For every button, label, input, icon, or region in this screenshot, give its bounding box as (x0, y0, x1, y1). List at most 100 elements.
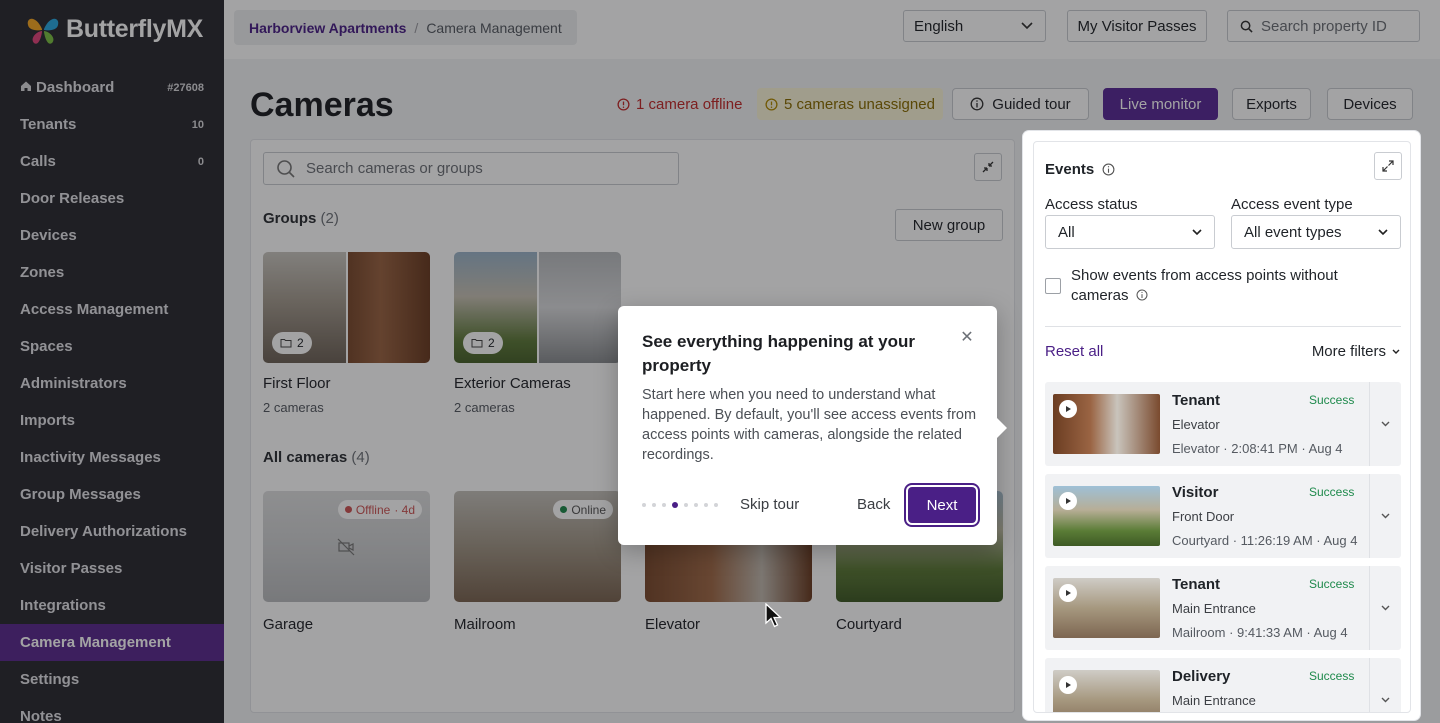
sidebar-item-label: Calls (20, 153, 56, 170)
offline-alert[interactable]: 1 camera offline (609, 88, 750, 120)
collapse-panel-button[interactable] (974, 153, 1002, 181)
sidebar-item-administrators[interactable]: Administrators (0, 365, 224, 402)
chevron-down-icon (1381, 421, 1390, 427)
sidebar-item-main: Delivery Authorizations (20, 523, 187, 540)
event-recording-thumbnail[interactable] (1053, 578, 1160, 638)
brand-name: ButterflyMX (66, 15, 203, 43)
event-type-select[interactable]: All event types (1231, 215, 1401, 249)
sidebar-item-spaces[interactable]: Spaces (0, 328, 224, 365)
sidebar-item-calls[interactable]: Calls 0 (0, 143, 224, 180)
show-without-cameras-label: Show events from access points without c… (1071, 267, 1338, 304)
unassigned-alert[interactable]: 5 cameras unassigned (757, 88, 943, 120)
sidebar-item-label: Inactivity Messages (20, 449, 161, 466)
sidebar-item-notes[interactable]: Notes (0, 698, 224, 723)
camera-count: 2 (488, 336, 495, 350)
info-icon[interactable] (1102, 163, 1115, 176)
event-status: Success (1309, 669, 1355, 683)
sidebar-item-settings[interactable]: Settings (0, 661, 224, 698)
info-icon[interactable] (1136, 289, 1148, 301)
sidebar-item-label: Tenants (20, 116, 77, 133)
more-filters-button[interactable]: More filters (1312, 343, 1400, 360)
play-icon[interactable] (1059, 400, 1077, 418)
chevron-down-icon (1192, 228, 1202, 235)
sidebar-item-group-messages[interactable]: Group Messages (0, 476, 224, 513)
tour-body: Start here when you need to understand w… (642, 387, 977, 463)
expand-event-button[interactable] (1369, 474, 1401, 558)
new-group-button[interactable]: New group (895, 209, 1003, 241)
chevron-down-icon (1381, 697, 1390, 703)
tour-step-dot (694, 503, 698, 507)
sidebar-item-main: Inactivity Messages (20, 449, 161, 466)
breadcrumb-property-link[interactable]: Harborview Apartments (249, 20, 406, 36)
sidebar-item-visitor-passes[interactable]: Visitor Passes (0, 550, 224, 587)
expand-event-button[interactable] (1369, 566, 1401, 650)
sidebar-item-delivery-authorizations[interactable]: Delivery Authorizations (0, 513, 224, 550)
camera-search-input[interactable]: Search cameras or groups (263, 152, 679, 185)
play-icon[interactable] (1059, 676, 1077, 694)
sidebar-item-main: Imports (20, 412, 75, 429)
sidebar-item-label: Imports (20, 412, 76, 429)
sidebar-item-devices[interactable]: Devices (0, 217, 224, 254)
play-icon[interactable] (1059, 584, 1077, 602)
all-cameras-heading: All cameras (4) (263, 449, 370, 466)
sidebar-item-label: Integrations (20, 597, 106, 614)
event-row[interactable]: Visitor Success Front Door Courtyard · 1… (1045, 474, 1401, 558)
next-button[interactable]: Next (908, 487, 976, 523)
event-row[interactable]: Delivery Success Main Entrance (1045, 658, 1401, 712)
sidebar-item-zones[interactable]: Zones (0, 254, 224, 291)
expand-event-button[interactable] (1369, 658, 1401, 712)
sidebar-item-camera-management[interactable]: Camera Management (0, 624, 224, 661)
back-button[interactable]: Back (857, 496, 890, 513)
brand-logo[interactable]: ButterflyMX (0, 0, 224, 59)
camera-card[interactable]: Offline · 4d Garage (263, 491, 430, 633)
event-row[interactable]: Tenant Success Elevator Elevator · 2:08:… (1045, 382, 1401, 466)
sidebar-item-main: Door Releases (20, 190, 124, 207)
close-icon[interactable]: ✕ (960, 329, 974, 346)
sidebar-item-inactivity-messages[interactable]: Inactivity Messages (0, 439, 224, 476)
group-card[interactable]: 2 Exterior Cameras 2 cameras (454, 252, 621, 415)
sidebar-item-access-management[interactable]: Access Management (0, 291, 224, 328)
show-without-cameras-option[interactable]: Show events from access points without c… (1045, 266, 1390, 306)
expand-button[interactable] (1374, 152, 1402, 180)
sidebar-item-integrations[interactable]: Integrations (0, 587, 224, 624)
camera-count-chip: 2 (463, 332, 503, 354)
event-meta: Mailroom · 9:41:33 AM · Aug 4 (1172, 625, 1348, 640)
event-recording-thumbnail[interactable] (1053, 394, 1160, 454)
event-meta: Elevator · 2:08:41 PM · Aug 4 (1172, 441, 1343, 456)
top-bar: Harborview Apartments / Camera Managemen… (224, 0, 1440, 59)
camera-preview-image (347, 252, 430, 363)
sidebar-item-door-releases[interactable]: Door Releases (0, 180, 224, 217)
event-status: Success (1309, 485, 1355, 499)
sidebar-item-imports[interactable]: Imports (0, 402, 224, 439)
camera-preview-image (538, 252, 621, 363)
expand-event-button[interactable] (1369, 382, 1401, 466)
access-status-select[interactable]: All (1045, 215, 1215, 249)
reset-all-link[interactable]: Reset all (1045, 343, 1103, 360)
event-access-point: Main Entrance (1172, 693, 1256, 708)
sidebar-item-dashboard[interactable]: Dashboard #27608 (0, 69, 224, 106)
skip-tour-button[interactable]: Skip tour (740, 496, 799, 513)
language-select[interactable]: English (903, 10, 1046, 42)
show-without-cameras-checkbox[interactable] (1045, 278, 1061, 294)
sidebar-nav: Dashboard #27608 Tenants 10 Calls 0 Door Relea… (0, 69, 224, 723)
guided-tour-button[interactable]: Guided tour (952, 88, 1089, 120)
sidebar-item-main: Spaces (20, 338, 73, 355)
my-visitor-passes-button[interactable]: My Visitor Passes (1067, 10, 1207, 42)
group-card[interactable]: 2 First Floor 2 cameras (263, 252, 430, 415)
event-type: Delivery (1172, 668, 1231, 685)
tour-step-dot (704, 503, 708, 507)
sidebar-item-main: Dashboard (20, 79, 114, 96)
event-recording-thumbnail[interactable] (1053, 670, 1160, 712)
live-monitor-button[interactable]: Live monitor (1103, 88, 1218, 120)
sidebar-item-tenants[interactable]: Tenants 10 (0, 106, 224, 143)
groups-label: Groups (263, 210, 317, 227)
play-icon[interactable] (1059, 492, 1077, 510)
sidebar-item-label: Spaces (20, 338, 73, 355)
event-recording-thumbnail[interactable] (1053, 486, 1160, 546)
event-type-value: All event types (1244, 223, 1342, 241)
devices-button[interactable]: Devices (1327, 88, 1413, 120)
exports-button[interactable]: Exports (1232, 88, 1311, 120)
camera-card[interactable]: Online Mailroom (454, 491, 621, 633)
event-row[interactable]: Tenant Success Main Entrance Mailroom · … (1045, 566, 1401, 650)
property-search-input[interactable]: Search property ID (1227, 10, 1420, 42)
